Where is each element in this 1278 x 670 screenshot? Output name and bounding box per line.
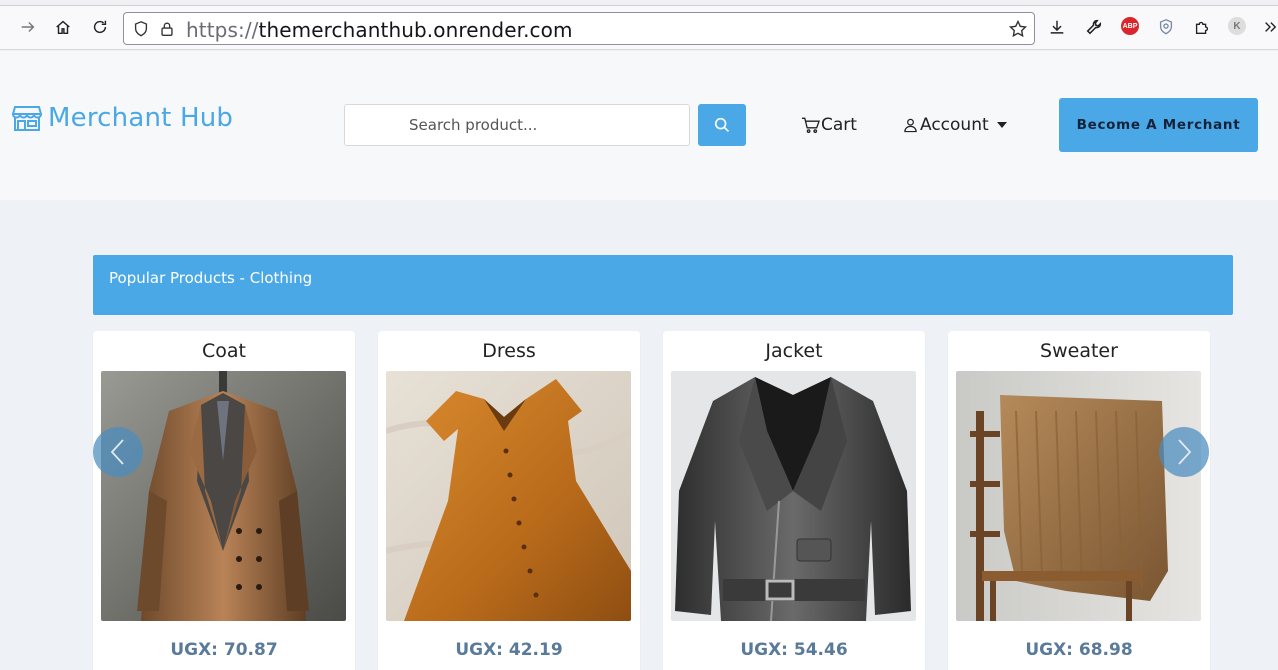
cart-link[interactable]: Cart bbox=[801, 115, 857, 135]
jacket-image bbox=[671, 371, 916, 621]
product-card-dress[interactable]: Dress UGX: 42.19 bbox=[378, 331, 640, 670]
product-name: Sweater bbox=[1040, 340, 1118, 362]
product-price: UGX: 68.98 bbox=[1025, 640, 1133, 660]
privacy-badger-icon[interactable] bbox=[1156, 17, 1176, 37]
carousel-next-button[interactable] bbox=[1159, 427, 1209, 477]
sweater-image bbox=[956, 371, 1201, 621]
product-price: UGX: 70.87 bbox=[170, 640, 278, 660]
store-icon bbox=[12, 106, 42, 131]
account-dropdown[interactable]: Account bbox=[903, 115, 1007, 135]
account-label: Account bbox=[920, 115, 989, 135]
product-card-coat[interactable]: Coat UGX: 70.87 bbox=[93, 331, 355, 670]
section-title: Popular Products - Clothing bbox=[109, 269, 313, 287]
browser-toolbar: https://themerchanthub.onrender.com ABP … bbox=[0, 0, 1278, 50]
become-merchant-button[interactable]: Become A Merchant bbox=[1059, 98, 1258, 152]
product-price: UGX: 54.46 bbox=[740, 640, 848, 660]
tracking-shield-icon[interactable] bbox=[132, 20, 150, 38]
carousel-prev-button[interactable] bbox=[93, 427, 143, 477]
address-bar[interactable]: https://themerchanthub.onrender.com bbox=[123, 12, 1035, 45]
popular-products-header: Popular Products - Clothing bbox=[93, 255, 1233, 315]
product-image-sweater[interactable] bbox=[956, 371, 1201, 621]
search-button[interactable] bbox=[698, 104, 746, 146]
home-icon[interactable] bbox=[52, 16, 74, 38]
extensions-puzzle-icon[interactable] bbox=[1192, 17, 1212, 37]
download-icon[interactable] bbox=[1047, 17, 1067, 37]
dress-image bbox=[386, 371, 631, 621]
product-image-dress[interactable] bbox=[386, 371, 631, 621]
url-text[interactable]: https://themerchanthub.onrender.com bbox=[186, 18, 573, 42]
profile-avatar-icon[interactable]: K bbox=[1228, 17, 1246, 35]
overflow-chevron-icon[interactable] bbox=[1262, 17, 1278, 37]
wrench-icon[interactable] bbox=[1084, 17, 1104, 37]
product-name: Coat bbox=[202, 340, 246, 362]
browser-tab-strip-edge bbox=[0, 0, 1278, 6]
product-price: UGX: 42.19 bbox=[455, 640, 563, 660]
search-input[interactable] bbox=[344, 104, 690, 146]
chevron-left-icon bbox=[110, 439, 124, 465]
search-icon bbox=[714, 117, 730, 133]
cart-icon bbox=[801, 117, 820, 134]
product-name: Jacket bbox=[765, 340, 823, 362]
product-image-coat[interactable] bbox=[101, 371, 346, 621]
adblock-icon[interactable]: ABP bbox=[1121, 17, 1139, 35]
bookmark-star-icon[interactable] bbox=[1008, 19, 1028, 39]
brand-name: Merchant Hub bbox=[48, 103, 234, 133]
cart-label: Cart bbox=[821, 115, 857, 135]
user-icon bbox=[904, 118, 917, 133]
caret-down-icon bbox=[996, 122, 1007, 128]
lock-icon[interactable] bbox=[158, 20, 176, 38]
reload-icon[interactable] bbox=[89, 16, 111, 38]
chevron-right-icon bbox=[1178, 439, 1192, 465]
product-name: Dress bbox=[482, 340, 536, 362]
product-card-jacket[interactable]: Jacket UGX: 54.46 bbox=[663, 331, 925, 670]
site-header: Merchant Hub Cart Account Become A Merch… bbox=[0, 51, 1278, 200]
product-image-jacket[interactable] bbox=[671, 371, 916, 621]
product-card-sweater[interactable]: Sweater UGX: 68.98 bbox=[948, 331, 1210, 670]
coat-image bbox=[101, 371, 346, 621]
brand-logo[interactable]: Merchant Hub bbox=[12, 103, 233, 133]
forward-icon[interactable] bbox=[17, 16, 39, 38]
url-host: themerchanthub.onrender.com bbox=[258, 18, 573, 42]
url-scheme: https:// bbox=[186, 18, 259, 42]
